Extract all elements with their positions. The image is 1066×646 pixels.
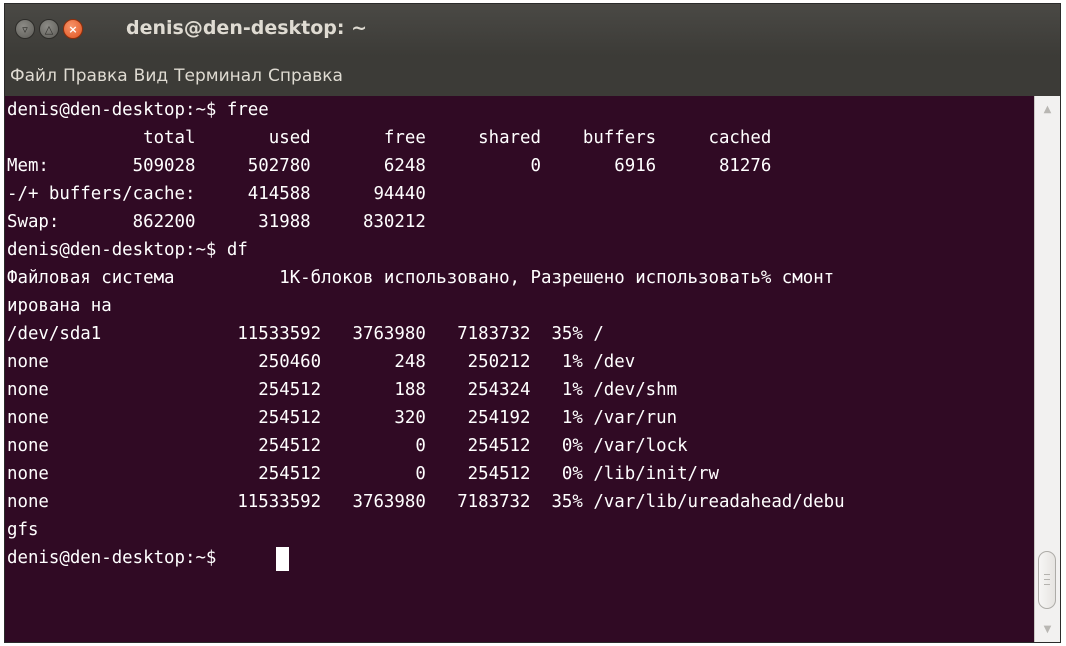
terminal-line: none 254512 0 254512 0% /lib/init/rw	[7, 464, 719, 484]
title-bar[interactable]: ▿ △ × denis@den-desktop: ~	[5, 4, 1060, 56]
terminal-line: none 254512 320 254192 1% /var/run	[7, 408, 678, 428]
scrollbar-thumb[interactable]	[1038, 551, 1056, 609]
terminal-line: none 11533592 3763980 7183732 35% /var/l…	[7, 492, 845, 512]
text-cursor	[276, 547, 289, 571]
arrow-down-icon[interactable]: ▼	[1035, 618, 1060, 640]
menu-edit[interactable]: Правка	[60, 66, 131, 86]
maximize-icon[interactable]: △	[39, 19, 59, 39]
close-icon[interactable]: ×	[63, 19, 83, 39]
terminal-line: total used free shared buffers cached	[7, 128, 772, 148]
terminal-line: none 254512 188 254324 1% /dev/shm	[7, 380, 678, 400]
terminal-line: Swap: 862200 31988 830212	[7, 212, 426, 232]
menu-terminal[interactable]: Терминал	[171, 66, 265, 86]
menu-file[interactable]: Файл	[7, 66, 60, 86]
terminal-line: denis@den-desktop:~$ free	[7, 100, 269, 120]
minimize-icon[interactable]: ▿	[15, 19, 35, 39]
window-controls: ▿ △ ×	[15, 19, 83, 39]
terminal-line: -/+ buffers/cache: 414588 94440	[7, 184, 426, 204]
grip-icon	[1044, 574, 1050, 585]
terminal-line: /dev/sda1 11533592 3763980 7183732 35% /	[7, 324, 604, 344]
terminal-line: Mem: 509028 502780 6248 0 6916 81276	[7, 156, 772, 176]
terminal-line: gfs	[7, 520, 39, 540]
menu-view[interactable]: Вид	[131, 66, 171, 86]
window-title: denis@den-desktop: ~	[126, 17, 368, 39]
terminal-window: ▿ △ × denis@den-desktop: ~ Файл Правка В…	[4, 3, 1061, 643]
terminal-line: Файловая система 1K-блоков использовано,…	[7, 268, 835, 288]
terminal-line: none 250460 248 250212 1% /dev	[7, 352, 636, 372]
terminal-line: ирована на	[7, 296, 112, 316]
terminal-prompt: denis@den-desktop:~$	[7, 548, 227, 568]
terminal-line: none 254512 0 254512 0% /var/lock	[7, 436, 688, 456]
menu-bar: Файл Правка Вид Терминал Справка	[5, 56, 1060, 96]
arrow-up-icon[interactable]: ▲	[1035, 98, 1060, 120]
terminal-output[interactable]: denis@den-desktop:~$ free total used fre…	[5, 96, 1034, 642]
terminal-line: denis@den-desktop:~$ df	[7, 240, 248, 260]
menu-help[interactable]: Справка	[265, 66, 346, 86]
vertical-scrollbar[interactable]: ▲ ▼	[1034, 96, 1060, 642]
